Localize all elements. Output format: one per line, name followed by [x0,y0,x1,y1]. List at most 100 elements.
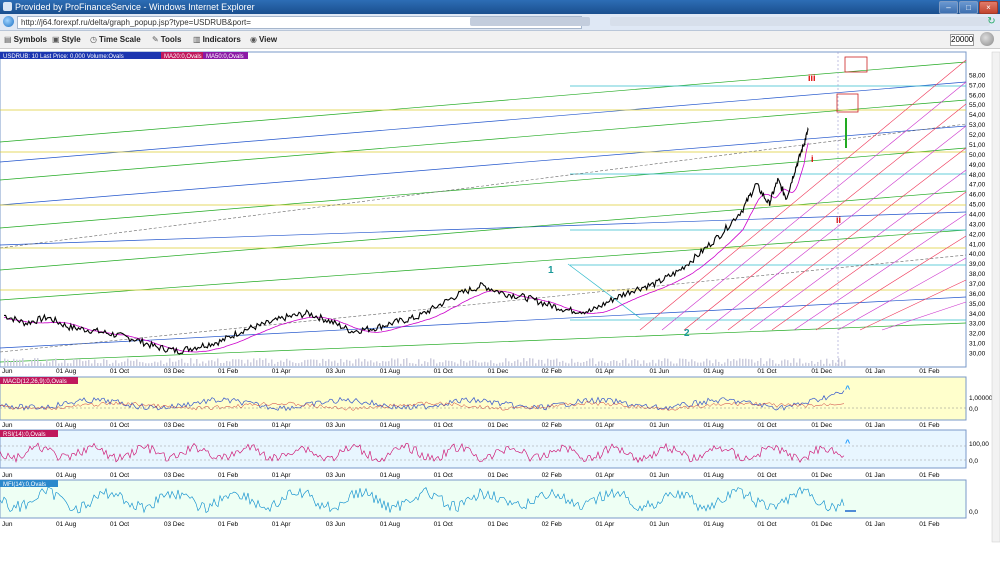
maximize-button[interactable]: □ [959,1,978,14]
volume-bar [661,361,663,366]
wave-label-i: i [811,154,814,164]
time-axis-main: Jun 01 Aug 01 Oct 03 Dec 01 Feb 01 Apr 03 Jun 0… [2,368,940,375]
chart-area[interactable]: USDRUB: 10 Last Price: 0,000 Volume:Oval… [0,48,1000,563]
volume-bar [562,360,564,366]
volume-bar [631,360,633,366]
volume-bar [505,358,507,366]
price-tick-label: 45,00 [969,202,986,209]
volume-bar [826,358,828,366]
volume-bar [28,363,30,366]
volume-bar [844,359,846,366]
price-tick-label: 51,00 [969,142,986,149]
volume-bar [127,358,129,366]
volume-bar [370,360,372,366]
time-tick-label: 01 Dec [811,472,832,479]
time-tick-label: 01 Feb [218,472,239,479]
time-tick-label: 01 Aug [380,472,401,479]
time-tick-label: 01 Aug [703,422,724,429]
volume-bar [400,363,402,366]
volume-bar [259,358,261,366]
volume-bar [793,358,795,366]
volume-bar [454,362,456,366]
chart-svg[interactable]: USDRUB: 10 Last Price: 0,000 Volume:Oval… [0,48,1000,563]
volume-bar [373,362,375,366]
time-tick-label: 01 Jun [649,422,669,429]
price-tick-label: 37,00 [969,281,986,288]
time-tick-label: 01 Aug [380,368,401,375]
volume-bar [544,363,546,366]
volume-bar [286,358,288,366]
bars-count-field[interactable]: 20000 [950,34,974,46]
volume-bar [787,360,789,366]
volume-bar [778,363,780,366]
time-tick-label: Jun [2,472,13,479]
volume-bar [688,361,690,366]
time-tick-label: 01 Apr [272,422,292,429]
volume-bar [316,359,318,366]
legend-main: USDRUB: 10 Last Price: 0,000 Volume:Oval… [3,54,124,60]
menu-tools[interactable]: ✎ Tools [152,35,181,44]
volume-bar [577,361,579,366]
time-tick-label: 01 Oct [110,521,129,528]
volume-bar [484,361,486,366]
volume-bar [166,362,168,366]
volume-bar [4,358,6,366]
menu-time-scale[interactable]: ◷ Time Scale [90,35,141,44]
vertical-scrollbar[interactable] [991,51,1000,543]
volume-bar [109,363,111,366]
rsi-panel [0,429,967,469]
volume-bar [205,363,207,366]
rsi-turn-marker-icon: ^ [845,438,851,448]
time-tick-label: 01 Jan [865,422,885,429]
volume-bar [250,362,252,366]
volume-bar [712,363,714,366]
volume-bar [268,362,270,366]
time-axis-macd: Jun 01 Aug 01 Oct 03 Dec 01 Feb 01 Apr 03 Jun 0… [2,422,940,429]
reload-icon[interactable]: ↻ [986,16,997,27]
time-tick-label: 03 Dec [164,368,185,375]
volume-bar [181,358,183,366]
volume-bar [640,363,642,366]
volume-bar [442,362,444,366]
volume-bar [475,360,477,366]
volume-bar [421,363,423,366]
time-tick-label: 01 Aug [56,472,77,479]
menu-style[interactable]: ▣ Style [52,35,81,44]
time-tick-label: 01 Dec [488,472,509,479]
time-tick-label: 01 Aug [703,472,724,479]
volume-bar [439,362,441,366]
menu-indicators[interactable]: ▥ Indicators [193,35,241,44]
volume-bar [367,361,369,366]
time-tick-label: 01 Feb [919,521,940,528]
volume-bar [346,359,348,366]
volume-bar [622,360,624,366]
volume-bar [379,362,381,366]
volume-bar [499,362,501,366]
volume-bar [25,363,27,366]
volume-bar [463,361,465,366]
close-button[interactable]: × [979,1,998,14]
time-tick-label: 01 Oct [757,422,776,429]
mfi-panel [0,479,967,519]
volume-bar [829,363,831,366]
volume-bar [790,362,792,366]
volume-bar [535,363,537,366]
volume-bar [388,361,390,366]
time-tick-label: 01 Oct [434,472,453,479]
time-tick-label: 01 Aug [380,422,401,429]
volume-bar [61,362,63,366]
volume-bar [763,363,765,366]
zoom-icon[interactable] [980,32,994,46]
price-axis: 58,00 57,00 56,00 55,00 54,00 53,00 52,00 51,00… [969,72,986,357]
menu-symbols[interactable]: ▤ Symbols [4,35,47,44]
time-tick-label: 01 Jun [649,472,669,479]
menu-view[interactable]: ◉ View [250,35,277,44]
time-tick-label: 01 Aug [56,368,77,375]
time-tick-label: 01 Oct [434,521,453,528]
volume-bar [403,359,405,366]
volume-bar [178,360,180,366]
time-tick-label: 01 Jan [865,472,885,479]
price-tick-label: 33,00 [969,321,986,328]
minimize-button[interactable]: – [939,1,958,14]
time-tick-label: 01 Oct [110,422,129,429]
